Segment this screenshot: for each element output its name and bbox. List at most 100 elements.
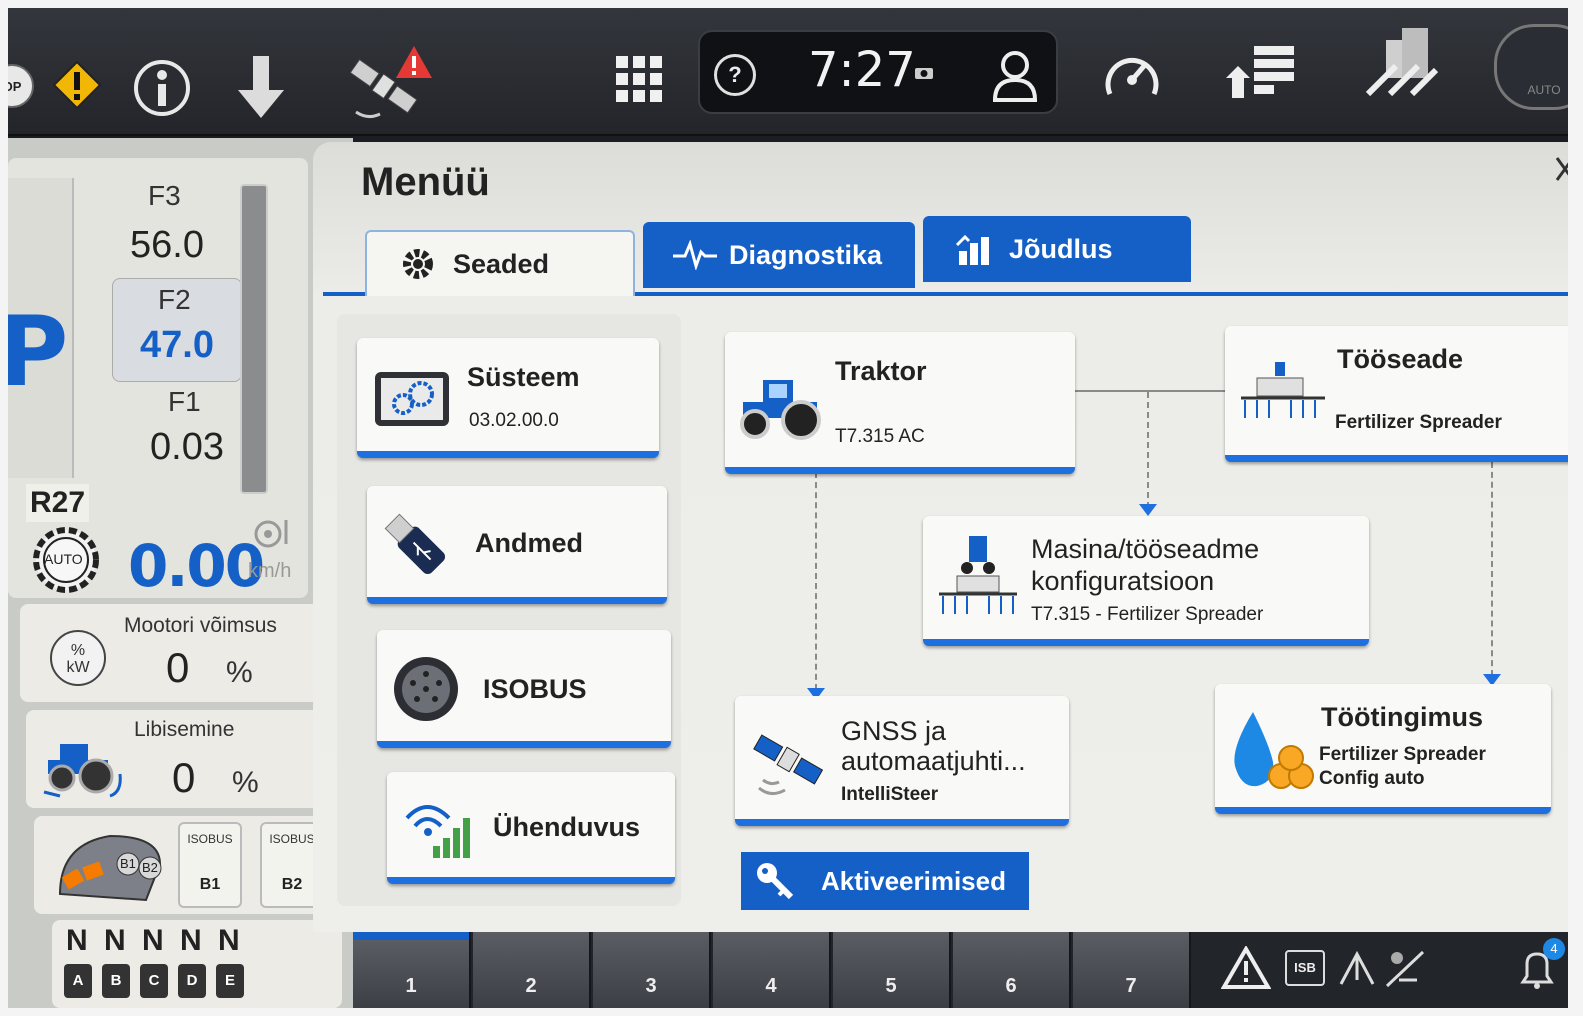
connector-line	[815, 472, 817, 690]
app-grid-icon[interactable]	[614, 54, 664, 104]
page-tab-7[interactable]: 7	[1073, 932, 1191, 1008]
status-warning-icon[interactable]	[1220, 945, 1272, 990]
page-tab-1[interactable]: 1	[353, 932, 471, 1008]
stop-label: OP	[8, 78, 22, 94]
isobus-b1-label: B1	[199, 876, 221, 893]
settings-item-susteem[interactable]: Süsteem 03.02.00.0	[357, 338, 659, 458]
page-tab-6-label: 6	[1005, 975, 1017, 997]
isobus-connector-icon	[391, 654, 461, 724]
performance-transfer-icon[interactable]	[1226, 42, 1296, 100]
activation-button[interactable]: Aktiveerimised	[741, 852, 1029, 910]
joystick-b2: B2	[142, 860, 158, 875]
tab-diagnostika-label: Diagnostika	[729, 239, 883, 270]
settings-item-andmed[interactable]: Andmed	[367, 486, 667, 604]
remote-n-b: N	[104, 924, 126, 957]
page-tab-6[interactable]: 6	[953, 932, 1071, 1008]
bottom-page-bar: 1 2 3 4 5 6 7 ISB 4	[353, 932, 1568, 1008]
f2-value: 47.0	[140, 324, 214, 366]
remote-valve-d[interactable]: D	[178, 964, 206, 998]
remote-n-c: N	[142, 924, 164, 957]
guidance-icon[interactable]	[1337, 950, 1377, 988]
remote-valve-b[interactable]: B	[102, 964, 130, 998]
card-traktor-model: T7.315 AC	[835, 426, 925, 447]
remote-valve-e[interactable]: E	[216, 964, 244, 998]
remote-n-e: N	[218, 924, 240, 957]
engine-power-icon: % kW	[50, 630, 106, 686]
connector-line	[1075, 390, 1225, 392]
f1-label: F1	[168, 386, 201, 417]
auto-steer-button[interactable]: AUTO	[1494, 24, 1568, 110]
page-tab-3[interactable]: 3	[593, 932, 711, 1008]
system-gears-icon	[373, 370, 451, 430]
range-label: R27	[26, 484, 90, 522]
card-konfiguratsioon[interactable]: Masina/tööseadme konfiguratsioon T7.315 …	[923, 516, 1369, 646]
settings-item-susteem-label: Süsteem	[467, 362, 580, 392]
slip-panel: Libisemine 0 %	[26, 710, 326, 808]
wheel-slip-icon	[254, 518, 294, 554]
speed-value: 0.00	[128, 532, 265, 600]
card-tootingimus[interactable]: Töötingimus Fertilizer Spreader Config a…	[1215, 684, 1551, 814]
warning-icon[interactable]	[52, 60, 102, 110]
settings-item-isobus[interactable]: ISOBUS	[377, 630, 671, 748]
help-button[interactable]: ?	[714, 54, 756, 96]
remote-valves-panel: N N N N N A B C D E	[52, 920, 342, 1008]
joystick-icon[interactable]: B1 B2	[50, 824, 170, 908]
f1-value: 0.03	[150, 426, 224, 468]
field-slash-icon[interactable]	[1383, 946, 1427, 990]
card-konfiguratsioon-sub: T7.315 - Fertilizer Spreader	[1031, 604, 1264, 625]
page-tab-2[interactable]: 2	[473, 932, 591, 1008]
field-implement-icon[interactable]	[1362, 24, 1439, 100]
page-tab-5[interactable]: 5	[833, 932, 951, 1008]
page-tab-2-label: 2	[525, 975, 537, 997]
card-tooseade[interactable]: Tööseade Fertilizer Spreader	[1225, 326, 1568, 462]
gear-indicator: P	[8, 178, 74, 478]
download-arrow-icon[interactable]	[236, 54, 286, 120]
settings-item-uhenduvus[interactable]: Ühenduvus	[387, 772, 675, 884]
spreader-icon	[1237, 360, 1329, 426]
throttle-bar[interactable]	[240, 184, 268, 494]
card-tooseade-sub: Fertilizer Spreader	[1335, 412, 1502, 433]
card-tootingimus-title: Töötingimus	[1321, 702, 1483, 732]
speedometer-icon[interactable]	[1102, 48, 1162, 104]
info-icon[interactable]	[132, 58, 192, 118]
close-icon[interactable]	[1553, 152, 1568, 192]
page-tab-1-label: 1	[405, 975, 417, 997]
card-tootingimus-sub-1: Fertilizer Spreader	[1319, 744, 1486, 765]
gnss-satellite-icon	[747, 724, 831, 802]
transmission-panel: P R27 F3 56.0 F2 47.0 F1 0.03 AUTO 0.00 …	[8, 158, 308, 600]
card-gnss-title-1: GNSS ja	[841, 716, 947, 746]
isobus-b1-button[interactable]: ISOBUS B1	[178, 822, 242, 908]
tractor-slip-icon	[40, 734, 130, 800]
help-icon: ?	[728, 62, 742, 87]
page-tab-4-label: 4	[765, 975, 777, 997]
left-status-panel: P R27 F3 56.0 F2 47.0 F1 0.03 AUTO 0.00 …	[8, 138, 353, 1008]
card-gnss[interactable]: GNSS ja automaatjuhti... IntelliSteer	[735, 696, 1069, 826]
notification-badge: 4	[1543, 938, 1565, 960]
menu-window: Menüü Seaded Diagnostika Jõudlus Süsteem…	[313, 142, 1568, 932]
page-tab-4[interactable]: 4	[713, 932, 831, 1008]
speed-unit: km/h	[248, 560, 292, 582]
f2-label: F2	[158, 284, 191, 315]
card-konfiguratsioon-title-2: konfiguratsioon	[1031, 566, 1215, 596]
isobus-status-icon[interactable]: ISB	[1285, 950, 1325, 986]
tab-diagnostika[interactable]: Diagnostika	[643, 222, 915, 288]
usb-icon	[381, 508, 449, 580]
remote-valve-a[interactable]: A	[64, 964, 92, 998]
tab-seaded[interactable]: Seaded	[365, 230, 635, 296]
tab-joudlus[interactable]: Jõudlus	[923, 216, 1191, 282]
auto-gear-icon[interactable]: AUTO	[28, 522, 104, 598]
satellite-alert-icon[interactable]	[338, 42, 434, 122]
stop-icon[interactable]: OP	[8, 64, 34, 108]
card-tootingimus-sub-2: Config auto	[1319, 768, 1425, 789]
auto-steer-label: AUTO	[1527, 83, 1561, 97]
user-profile-icon[interactable]	[990, 48, 1040, 104]
pulse-icon	[673, 239, 717, 271]
card-traktor[interactable]: Traktor T7.315 AC	[725, 332, 1075, 474]
page-tab-5-label: 5	[885, 975, 897, 997]
remote-valve-c[interactable]: C	[140, 964, 168, 998]
connectivity-icon	[403, 796, 473, 862]
remote-n-row: N N N N N	[66, 924, 244, 958]
slip-value: 0	[172, 754, 196, 801]
settings-item-isobus-label: ISOBUS	[483, 674, 587, 704]
slip-unit: %	[232, 766, 259, 799]
